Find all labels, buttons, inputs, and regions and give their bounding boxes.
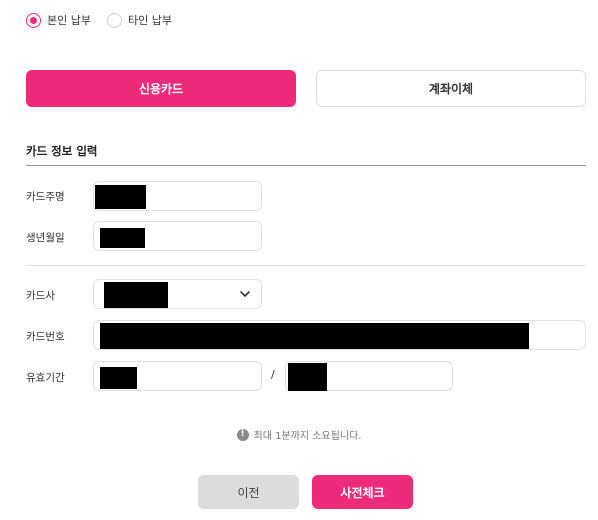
credit-card-tab[interactable]: 신용카드	[26, 70, 296, 107]
info-icon: !	[236, 428, 249, 441]
processing-notice: ! 최대 1분까지 소요됩니다.	[0, 427, 598, 442]
card-company-select[interactable]	[93, 279, 262, 309]
row-divider	[26, 265, 586, 266]
payer-other-radio[interactable]	[106, 12, 122, 28]
expiry-label: 유효기간	[26, 372, 65, 384]
redacted-block	[100, 228, 145, 248]
previous-button[interactable]: 이전	[198, 475, 299, 509]
chevron-down-icon	[240, 291, 250, 297]
expiry-year-input[interactable]	[285, 361, 453, 391]
payer-self-label: 본인 납부	[47, 14, 91, 27]
notice-text: 최대 1분까지 소요됩니다.	[253, 431, 362, 442]
payer-self-radio[interactable]	[26, 12, 41, 28]
redacted-block	[100, 367, 137, 389]
birth-date-input[interactable]	[93, 221, 262, 251]
redacted-block	[288, 363, 327, 391]
card-company-label: 카드사	[26, 290, 55, 302]
section-divider	[26, 165, 586, 166]
birth-date-label: 생년월일	[26, 232, 65, 244]
redacted-block	[104, 282, 168, 308]
redacted-block	[100, 323, 529, 349]
card-owner-input[interactable]	[93, 181, 262, 211]
card-owner-label: 카드주명	[26, 191, 65, 203]
payer-type-group: 본인 납부 타인 납부	[26, 12, 180, 28]
payer-other-option[interactable]: 타인 납부	[106, 12, 172, 28]
expiry-separator: /	[271, 368, 275, 381]
card-info-section-title: 카드 정보 입력	[26, 144, 98, 158]
redacted-block	[95, 185, 146, 209]
card-number-input[interactable]	[93, 320, 586, 350]
card-number-label: 카드번호	[26, 331, 65, 343]
bank-transfer-tab[interactable]: 계좌이체	[316, 70, 586, 107]
expiry-month-input[interactable]	[93, 361, 262, 391]
pre-check-button[interactable]: 사전체크	[312, 475, 413, 509]
payer-other-label: 타인 납부	[127, 14, 172, 27]
payer-self-option[interactable]: 본인 납부	[26, 12, 91, 28]
